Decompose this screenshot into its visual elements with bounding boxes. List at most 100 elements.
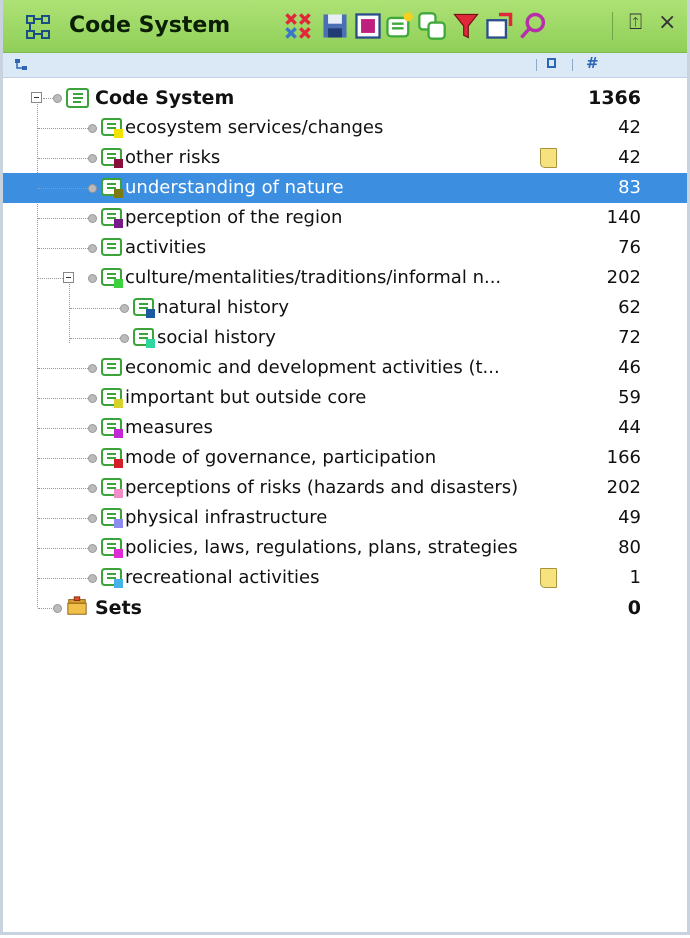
- node-dot: [88, 184, 97, 193]
- tree-label: culture/mentalities/traditions/informal …: [125, 267, 502, 288]
- node-dot: [120, 304, 129, 313]
- tree-label: natural history: [157, 297, 289, 318]
- node-dot: [88, 514, 97, 523]
- code-icon: [101, 238, 122, 256]
- code-icon: [133, 328, 155, 348]
- memo-icon[interactable]: [540, 148, 557, 168]
- memo-icon[interactable]: [540, 568, 557, 588]
- code-icon: [101, 208, 123, 228]
- tree-row[interactable]: culture/mentalities/traditions/informal …: [3, 263, 687, 293]
- tree-count: 76: [618, 237, 641, 258]
- column-divider[interactable]: [572, 59, 573, 71]
- tree-guide-line: [38, 278, 63, 279]
- node-dot: [88, 424, 97, 433]
- tree-label: ecosystem services/changes: [125, 117, 384, 138]
- tree-count: 46: [618, 357, 641, 378]
- collapse-toggle[interactable]: [63, 272, 74, 283]
- search-icon[interactable]: [518, 11, 548, 41]
- tree-count: 42: [618, 117, 641, 138]
- activate-codes-icon[interactable]: [283, 11, 313, 41]
- node-dot: [120, 334, 129, 343]
- tree-row[interactable]: other risks 42: [3, 143, 687, 173]
- tree-guide-line: [38, 128, 88, 129]
- node-dot: [53, 94, 62, 103]
- code-icon: [101, 448, 123, 468]
- tree-guide-line: [38, 188, 88, 189]
- tree-guide-line: [38, 458, 88, 459]
- sets-folder-icon: [67, 596, 87, 615]
- tree-count: 59: [618, 387, 641, 408]
- tree-count: 72: [618, 327, 641, 348]
- tree-label: social history: [157, 327, 276, 348]
- tree-guide-line: [70, 338, 120, 339]
- tree-guide-line: [38, 398, 88, 399]
- tree-count: 62: [618, 297, 641, 318]
- tree-row[interactable]: policies, laws, regulations, plans, stra…: [3, 533, 687, 563]
- code-icon: [101, 508, 123, 528]
- tree-row[interactable]: activities 76: [3, 233, 687, 263]
- tree-row[interactable]: understanding of nature 83: [3, 173, 687, 203]
- node-dot: [88, 544, 97, 553]
- tree-sort-icon[interactable]: [14, 58, 28, 72]
- tree-row[interactable]: recreational activities 1: [3, 563, 687, 593]
- tree-row[interactable]: important but outside core 59: [3, 383, 687, 413]
- count-column-header[interactable]: #: [586, 54, 599, 72]
- tree-label: understanding of nature: [125, 177, 344, 198]
- tree-label: policies, laws, regulations, plans, stra…: [125, 537, 518, 558]
- tree-label: economic and development activities (t..…: [125, 357, 500, 378]
- close-icon[interactable]: ×: [658, 10, 676, 35]
- tree-row[interactable]: physical infrastructure 49: [3, 503, 687, 533]
- tree-label: perception of the region: [125, 207, 343, 228]
- tree-row-sets[interactable]: Sets 0: [3, 593, 687, 623]
- tree-row[interactable]: economic and development activities (t..…: [3, 353, 687, 383]
- tree-row[interactable]: perception of the region 140: [3, 203, 687, 233]
- tree-guide-line: [38, 248, 88, 249]
- code-icon: [101, 268, 123, 288]
- tree-count: 49: [618, 507, 641, 528]
- node-dot: [88, 154, 97, 163]
- tree-row[interactable]: natural history 62: [3, 293, 687, 323]
- tree-label: perceptions of risks (hazards and disast…: [125, 477, 519, 498]
- node-dot: [88, 574, 97, 583]
- pin-icon[interactable]: ⍐: [629, 10, 642, 35]
- import-icon[interactable]: [484, 11, 514, 41]
- tree-guide-line: [38, 368, 88, 369]
- tree-count: 44: [618, 417, 641, 438]
- collapse-toggle[interactable]: [31, 92, 42, 103]
- title-bar: Code System ⍐ ×: [3, 0, 687, 53]
- export-icon[interactable]: [353, 11, 383, 41]
- node-dot: [88, 124, 97, 133]
- tree-count: 140: [606, 207, 641, 228]
- tree-guide-line: [38, 578, 88, 579]
- code-set-icon[interactable]: [417, 11, 447, 41]
- tree-label: mode of governance, participation: [125, 447, 437, 468]
- tree-guide-line: [38, 518, 88, 519]
- code-icon: [101, 388, 123, 408]
- tree-label-code-system: Code System: [95, 87, 235, 109]
- node-dot: [88, 274, 97, 283]
- tree-count: 83: [618, 177, 641, 198]
- tree-guide-line: [38, 218, 88, 219]
- tree-row-root[interactable]: Code System 1366: [3, 83, 687, 113]
- tree-row[interactable]: measures 44: [3, 413, 687, 443]
- tree-label: other risks: [125, 147, 221, 168]
- filter-icon[interactable]: [451, 11, 481, 41]
- tree-label: measures: [125, 417, 213, 438]
- tree-row[interactable]: ecosystem services/changes 42: [3, 113, 687, 143]
- save-icon[interactable]: [320, 11, 350, 41]
- code-icon: [101, 478, 123, 498]
- memo-column-icon[interactable]: [547, 58, 556, 68]
- tree-row[interactable]: mode of governance, participation 166: [3, 443, 687, 473]
- code-icon: [101, 538, 123, 558]
- tree-guide-line: [38, 428, 88, 429]
- toolbar-separator: [612, 12, 613, 40]
- node-dot: [88, 394, 97, 403]
- column-divider[interactable]: [536, 59, 537, 71]
- tree-label: important but outside core: [125, 387, 367, 408]
- code-tree: Code System 1366 ecosystem services/chan…: [3, 80, 687, 625]
- tree-guide-line: [43, 98, 53, 99]
- new-code-icon[interactable]: [384, 11, 414, 41]
- tree-row[interactable]: perceptions of risks (hazards and disast…: [3, 473, 687, 503]
- tree-row[interactable]: social history 72: [3, 323, 687, 353]
- tree-label: physical infrastructure: [125, 507, 328, 528]
